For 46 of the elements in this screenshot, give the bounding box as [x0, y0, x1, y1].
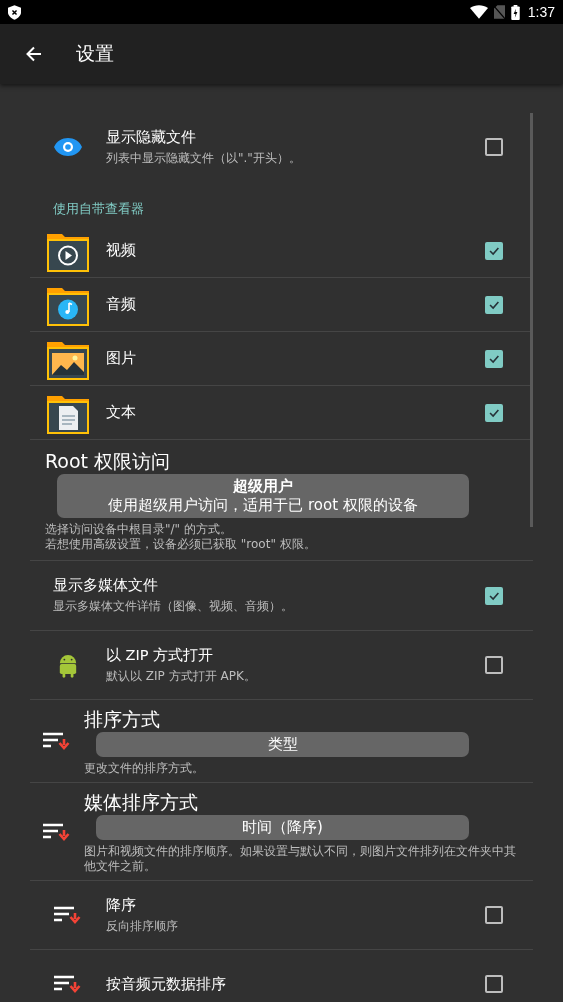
- page-title: 设置: [76, 41, 114, 66]
- dropdown-button[interactable]: 时间（降序): [96, 815, 469, 840]
- setting-description: 更改文件的排序方式。: [84, 761, 205, 776]
- sort-icon: [54, 975, 82, 993]
- clock-time: 1:37: [527, 4, 555, 20]
- setting-description: 选择访问设备中根目录"/" 的方式。: [45, 522, 233, 537]
- setting-title: 文本: [106, 403, 137, 422]
- setting-description: 显示多媒体文件详情（图像、视频、音频）。: [53, 598, 294, 615]
- checkbox[interactable]: [485, 403, 503, 422]
- checkbox[interactable]: [485, 906, 503, 924]
- dropdown-button[interactable]: 类型: [96, 732, 469, 757]
- back-arrow-icon[interactable]: [26, 46, 42, 62]
- checkbox[interactable]: [485, 975, 503, 993]
- sort-icon: [54, 906, 82, 924]
- setting-title: 视频: [106, 241, 137, 260]
- setting-title: 图片: [106, 349, 137, 368]
- sort-icon: [43, 732, 71, 750]
- setting-title: 降序: [106, 895, 137, 915]
- setting-description: 图片和视频文件的排序顺序。如果设置与默认不同，则图片文件排列在文件夹中其他文件之前。: [84, 844, 517, 874]
- eye-icon: [54, 138, 82, 156]
- dropdown-button[interactable]: 超级用户 使用超级用户访问，适用于已 root 权限的设备: [57, 474, 469, 518]
- setting-title: Root 权限访问: [45, 449, 172, 474]
- checkbox[interactable]: [485, 586, 503, 605]
- setting-title: 按音频元数据排序: [106, 974, 227, 994]
- setting-description: 反向排序顺序: [106, 917, 179, 935]
- checkbox[interactable]: [485, 295, 503, 314]
- setting-title: 排序方式: [84, 707, 161, 732]
- wifi-icon: [469, 5, 488, 19]
- setting-title: 音频: [106, 295, 137, 314]
- setting-title: 媒体排序方式: [84, 790, 199, 815]
- battery-charging-icon: [510, 4, 520, 20]
- setting-description: 默认以 ZIP 方式打开 APK。: [106, 667, 257, 685]
- setting-description: 列表中显示隐藏文件（以"."开头）。: [106, 149, 302, 167]
- section-header: 使用自带查看器: [52, 200, 145, 218]
- checkbox[interactable]: [485, 241, 503, 260]
- setting-description: 若想使用高级设置，设备必须已获取 "root" 权限。: [45, 537, 317, 552]
- checkbox[interactable]: [485, 656, 503, 674]
- setting-title: 以 ZIP 方式打开: [106, 645, 215, 665]
- checkbox[interactable]: [485, 349, 503, 368]
- checkbox[interactable]: [485, 138, 503, 156]
- android-icon: [58, 652, 78, 678]
- setting-title: 显示多媒体文件: [53, 576, 159, 595]
- setting-title: 显示隐藏文件: [106, 127, 197, 147]
- sort-icon: [43, 822, 71, 841]
- no-sim-icon: [493, 5, 505, 19]
- shield-icon: [8, 4, 21, 20]
